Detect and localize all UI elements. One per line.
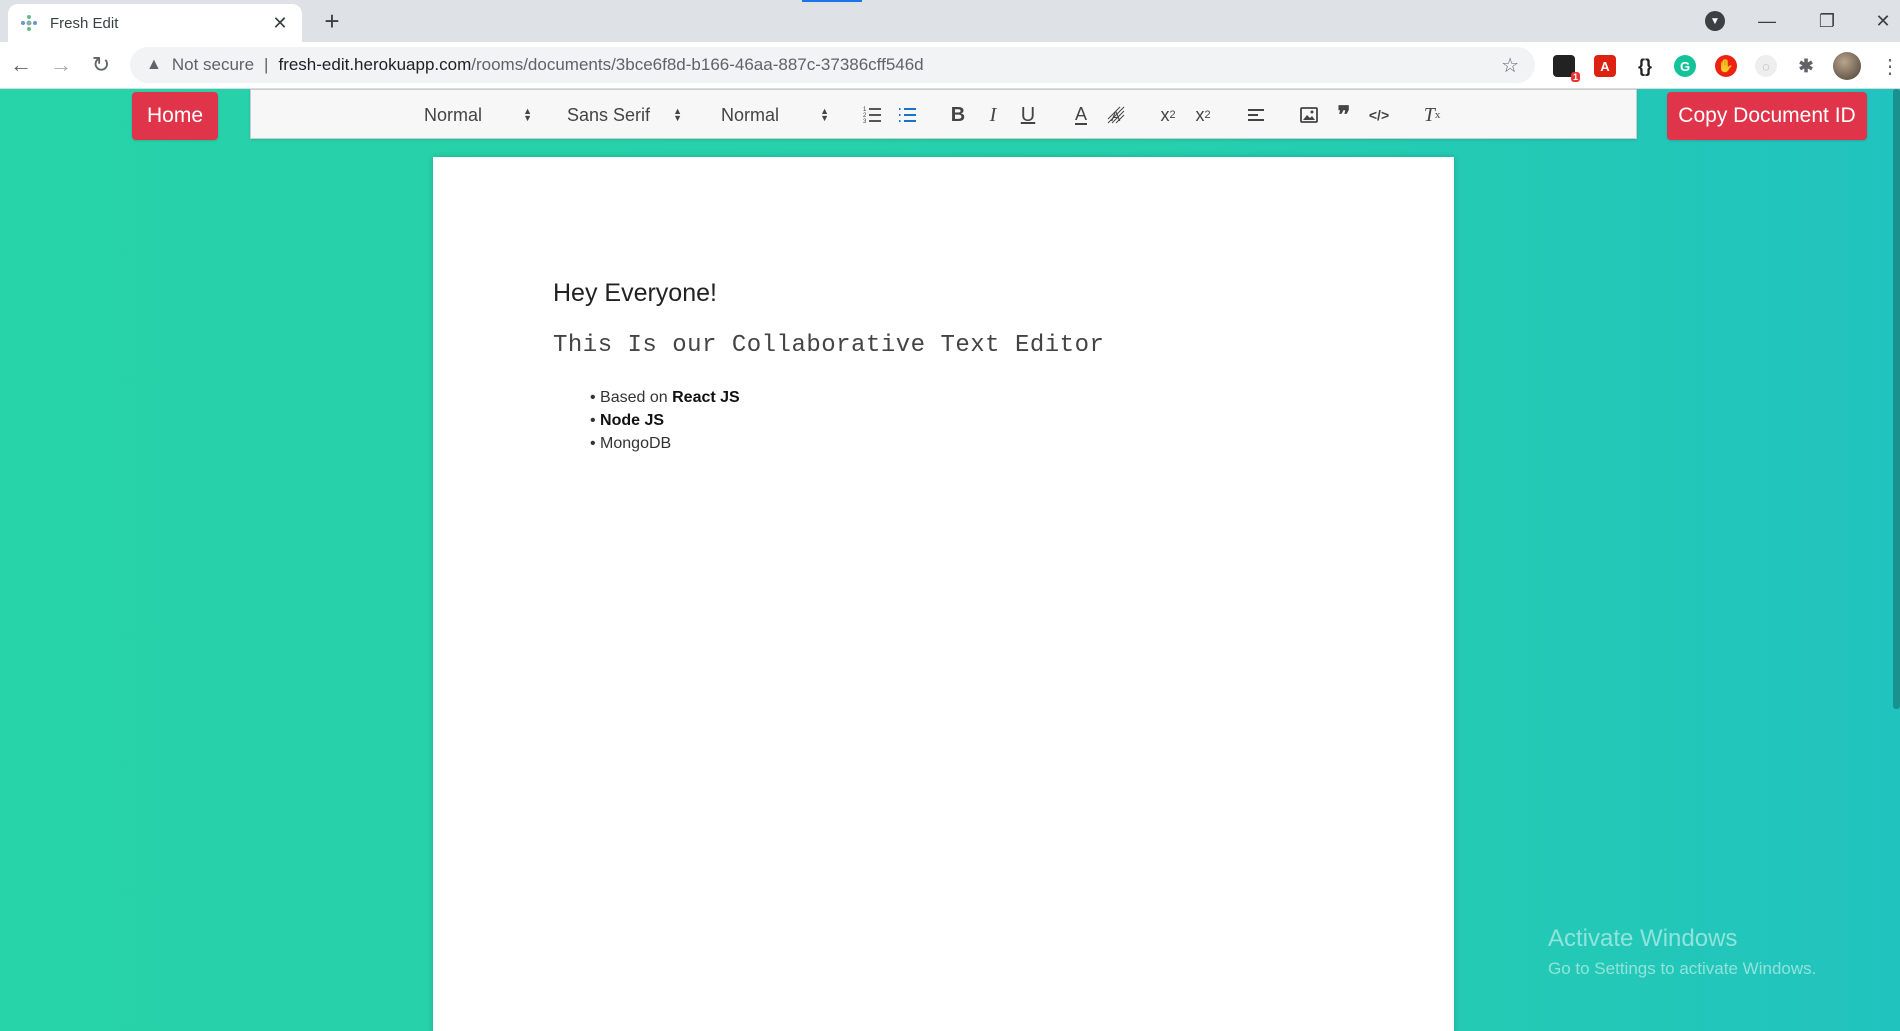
bullet-list-icon[interactable] bbox=[895, 90, 919, 140]
reload-icon[interactable]: ↻ bbox=[86, 50, 116, 80]
align-icon[interactable] bbox=[1244, 90, 1268, 140]
size-picker-label: Normal bbox=[721, 104, 780, 125]
clear-formatting-icon[interactable]: Tx bbox=[1420, 90, 1444, 140]
not-secure-label[interactable]: Not secure bbox=[172, 55, 254, 75]
restore-icon[interactable]: ❐ bbox=[1807, 6, 1847, 36]
italic-icon[interactable]: I bbox=[981, 90, 1005, 140]
home-button[interactable]: Home bbox=[132, 92, 218, 140]
code-block-icon[interactable]: </> bbox=[1367, 90, 1391, 140]
picker-arrows-icon: ▲ ▼ bbox=[820, 106, 829, 123]
new-tab-button[interactable]: + bbox=[318, 8, 346, 36]
app-background: Home Normal ▲ ▼ Sans Serif ▲ ▼ Normal ▲ ▼ 1… bbox=[0, 89, 1900, 1031]
list-item-bold: Node JS bbox=[600, 412, 665, 429]
address-bar[interactable]: ▲ Not secure | fresh-edit.herokuapp.com … bbox=[130, 47, 1535, 83]
copy-document-id-button[interactable]: Copy Document ID bbox=[1667, 92, 1867, 140]
svg-text:3: 3 bbox=[863, 119, 867, 125]
grammarly-icon[interactable]: G bbox=[1674, 55, 1696, 77]
puzzle-icon[interactable]: ✱ bbox=[1795, 55, 1817, 77]
back-icon[interactable]: ← bbox=[6, 50, 36, 80]
warning-icon: ▲ bbox=[146, 56, 162, 73]
superscript-icon[interactable]: x2 bbox=[1191, 90, 1215, 140]
watermark-title: Activate Windows bbox=[1548, 925, 1738, 952]
size-picker[interactable]: Normal ▲ ▼ bbox=[721, 90, 829, 140]
heading-picker-label: Normal bbox=[424, 104, 483, 125]
forward-icon[interactable]: → bbox=[46, 50, 76, 80]
document-page[interactable]: Hey Everyone! This Is our Collaborative … bbox=[433, 157, 1454, 1031]
activate-windows-watermark: Activate Windows Go to Settings to activ… bbox=[1548, 925, 1816, 979]
heading-picker[interactable]: Normal ▲ ▼ bbox=[424, 90, 532, 140]
favicon-icon bbox=[20, 14, 38, 32]
extension-badge-icon[interactable]: 1 bbox=[1553, 55, 1580, 82]
doc-subheading[interactable]: This Is our Collaborative Text Editor bbox=[553, 332, 1104, 359]
list-item[interactable]: Node JS bbox=[590, 409, 740, 432]
tab-search-icon[interactable]: ▼ bbox=[1705, 11, 1725, 31]
underline-icon[interactable]: U bbox=[1016, 90, 1040, 140]
svg-text:A: A bbox=[1111, 108, 1121, 124]
doc-heading[interactable]: Hey Everyone! bbox=[553, 279, 717, 308]
font-picker[interactable]: Sans Serif ▲ ▼ bbox=[567, 90, 682, 140]
minimize-icon[interactable]: — bbox=[1747, 6, 1787, 36]
browser-toolbar: ← → ↻ ▲ Not secure | fresh-edit.herokuap… bbox=[0, 42, 1900, 89]
picker-arrows-icon: ▲ ▼ bbox=[523, 106, 532, 123]
window-close-icon[interactable]: ✕ bbox=[1863, 6, 1900, 36]
ordered-list-icon[interactable]: 123 bbox=[860, 90, 884, 140]
json-icon[interactable]: {} bbox=[1634, 55, 1656, 77]
url-host: fresh-edit.herokuapp.com bbox=[278, 55, 472, 74]
editor-toolbar: Normal ▲ ▼ Sans Serif ▲ ▼ Normal ▲ ▼ 123 B … bbox=[250, 89, 1637, 139]
bookmark-star-icon[interactable]: ☆ bbox=[1501, 53, 1519, 78]
url-path: /rooms/documents/3bce6f8d-b166-46aa-887c… bbox=[471, 55, 924, 74]
tab-title: Fresh Edit bbox=[50, 14, 119, 32]
address-separator: | bbox=[264, 55, 269, 74]
page-scrollbar[interactable] bbox=[1893, 89, 1900, 709]
browser-tab[interactable]: Fresh Edit ✕ bbox=[8, 4, 302, 42]
extension-badge-count: 1 bbox=[1570, 72, 1580, 82]
background-color-icon[interactable]: A bbox=[1104, 90, 1128, 140]
list-item-bold: React JS bbox=[672, 389, 740, 406]
subscript-icon[interactable]: x2 bbox=[1156, 90, 1180, 140]
ghost-icon[interactable]: ◌ bbox=[1755, 55, 1777, 77]
text-color-icon[interactable]: A bbox=[1069, 90, 1093, 140]
tab-loading-indicator bbox=[802, 0, 862, 2]
watermark-subtitle: Go to Settings to activate Windows. bbox=[1548, 959, 1817, 978]
doc-bullet-list[interactable]: Based on React JS Node JS MongoDB bbox=[590, 386, 740, 455]
font-picker-label: Sans Serif bbox=[567, 104, 651, 125]
adblock-icon[interactable]: ✋ bbox=[1715, 55, 1737, 77]
bold-icon[interactable]: B bbox=[946, 90, 970, 140]
picker-arrows-icon: ▲ ▼ bbox=[673, 106, 682, 123]
list-item-text: MongoDB bbox=[600, 435, 672, 452]
blockquote-icon[interactable]: ❞ bbox=[1332, 90, 1356, 140]
profile-avatar[interactable] bbox=[1833, 52, 1861, 80]
image-icon[interactable] bbox=[1297, 90, 1321, 140]
acrobat-icon[interactable]: A bbox=[1594, 55, 1616, 77]
close-tab-icon[interactable]: ✕ bbox=[270, 13, 290, 34]
list-item[interactable]: MongoDB bbox=[590, 432, 740, 455]
browser-tabstrip: Fresh Edit ✕ + ▼ — ❐ ✕ bbox=[0, 0, 1900, 42]
browser-menu-icon[interactable]: ⋮ bbox=[1880, 54, 1900, 79]
list-item[interactable]: Based on React JS bbox=[590, 386, 740, 409]
list-item-text: Based on bbox=[600, 389, 673, 406]
